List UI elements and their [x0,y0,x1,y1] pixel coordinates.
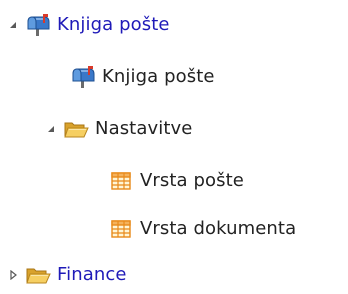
tree-node-label[interactable]: Vrsta pošte [140,169,244,193]
tree-node-label[interactable]: Vrsta dokumenta [140,217,296,241]
mailbox-icon [25,13,51,37]
folder-open-icon [25,263,51,287]
table-icon [108,169,134,193]
tree-node-knjiga-poste-leaf[interactable]: Knjiga pošte [70,64,215,90]
mailbox-icon [70,65,96,89]
tree-node-nastavitve[interactable]: Nastavitve [44,116,192,142]
expand-triangle-icon[interactable] [6,262,20,288]
tree-node-label[interactable]: Finance [57,263,127,287]
collapse-triangle-icon[interactable] [6,12,20,38]
tree-node-label[interactable]: Nastavitve [95,117,192,141]
tree-node-knjiga-poste[interactable]: Knjiga pošte [6,12,170,38]
collapse-triangle-icon[interactable] [44,116,58,142]
tree-node-label[interactable]: Knjiga pošte [57,13,170,37]
tree-node-vrsta-poste[interactable]: Vrsta pošte [108,168,244,194]
tree-node-vrsta-dokumenta[interactable]: Vrsta dokumenta [108,216,296,242]
folder-open-icon [63,117,89,141]
tree-view: { "tree": { "items": [ { "label": "Knjig… [0,0,348,294]
table-icon [108,217,134,241]
tree-node-label[interactable]: Knjiga pošte [102,65,215,89]
tree-node-finance[interactable]: Finance [6,262,127,288]
